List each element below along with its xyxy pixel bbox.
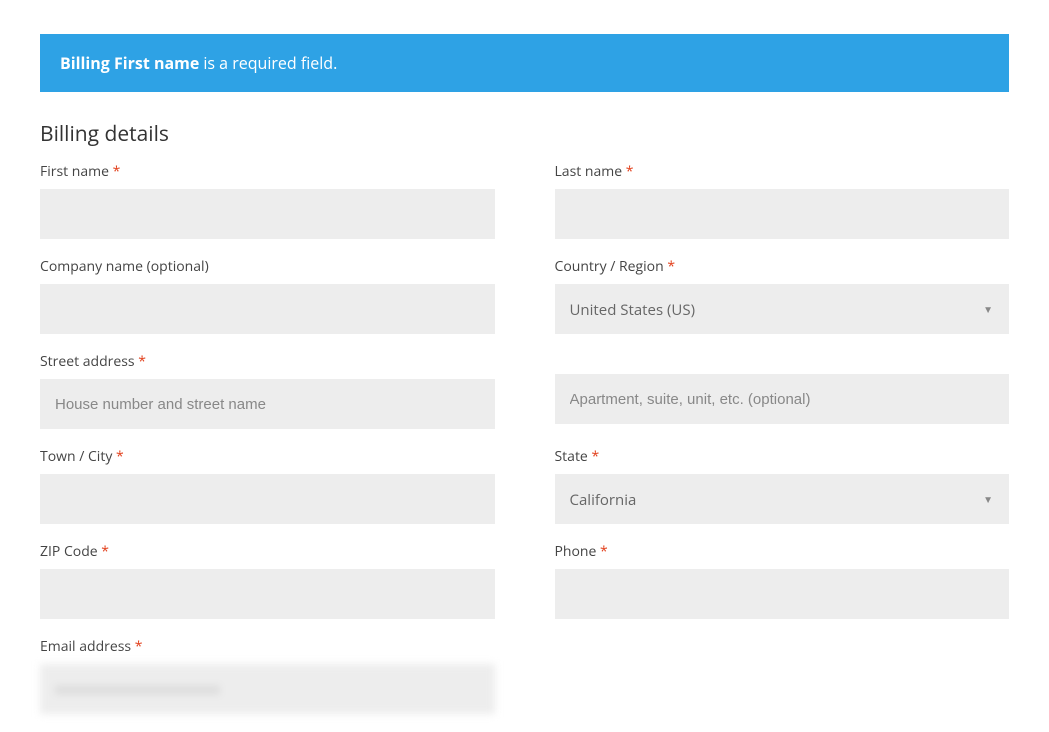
billing-form-grid: First name * Last name * Company name (o… (40, 162, 1009, 732)
country-select-wrapper: United States (US) ▼ (555, 284, 1010, 334)
town-field-wrapper: Town / City * (40, 447, 495, 524)
required-marker: * (101, 542, 109, 561)
company-field-wrapper: Company name (optional) (40, 257, 495, 334)
country-select[interactable]: United States (US) (555, 284, 1010, 334)
last-name-input[interactable] (555, 189, 1010, 239)
last-name-field-wrapper: Last name * (555, 162, 1010, 239)
company-input[interactable] (40, 284, 495, 334)
street-address-2-input[interactable] (555, 374, 1010, 424)
checkout-form: Billing First name is a required field. … (0, 0, 1049, 732)
zip-label: ZIP Code * (40, 542, 495, 561)
required-marker: * (591, 447, 599, 466)
required-marker: * (138, 352, 146, 371)
required-marker: * (113, 162, 121, 181)
town-label: Town / City * (40, 447, 495, 466)
company-label: Company name (optional) (40, 257, 495, 276)
alert-field-name: Billing First name (60, 52, 199, 74)
last-name-label: Last name * (555, 162, 1010, 181)
email-label-text: Email address (40, 637, 131, 656)
required-marker: * (135, 637, 143, 656)
town-input[interactable] (40, 474, 495, 524)
country-label: Country / Region * (555, 257, 1010, 276)
state-select-wrapper: California ▼ (555, 474, 1010, 524)
last-name-label-text: Last name (555, 162, 623, 181)
required-marker: * (116, 447, 124, 466)
empty-cell (555, 637, 1010, 732)
town-label-text: Town / City (40, 447, 112, 466)
zip-label-text: ZIP Code (40, 542, 98, 561)
state-label: State * (555, 447, 1010, 466)
section-title: Billing details (40, 120, 1009, 148)
street2-field-wrapper (555, 352, 1010, 429)
alert-message: is a required field. (203, 52, 337, 74)
zip-field-wrapper: ZIP Code * (40, 542, 495, 619)
error-alert: Billing First name is a required field. (40, 34, 1009, 92)
first-name-input[interactable] (40, 189, 495, 239)
phone-label: Phone * (555, 542, 1010, 561)
state-label-text: State (555, 447, 588, 466)
email-input[interactable] (40, 664, 495, 714)
state-field-wrapper: State * California ▼ (555, 447, 1010, 524)
phone-field-wrapper: Phone * (555, 542, 1010, 619)
street2-label-spacer (555, 352, 1010, 374)
state-select[interactable]: California (555, 474, 1010, 524)
first-name-field-wrapper: First name * (40, 162, 495, 239)
required-marker: * (667, 257, 675, 276)
first-name-label: First name * (40, 162, 495, 181)
street-address-input[interactable] (40, 379, 495, 429)
required-marker: * (600, 542, 608, 561)
required-marker: * (626, 162, 634, 181)
street-label-text: Street address (40, 352, 135, 371)
street-label: Street address * (40, 352, 495, 371)
first-name-label-text: First name (40, 162, 109, 181)
phone-input[interactable] (555, 569, 1010, 619)
country-label-text: Country / Region (555, 257, 664, 276)
street-field-wrapper: Street address * (40, 352, 495, 429)
phone-label-text: Phone (555, 542, 597, 561)
email-label: Email address * (40, 637, 495, 656)
country-field-wrapper: Country / Region * United States (US) ▼ (555, 257, 1010, 334)
zip-input[interactable] (40, 569, 495, 619)
email-field-wrapper: Email address * (40, 637, 495, 714)
